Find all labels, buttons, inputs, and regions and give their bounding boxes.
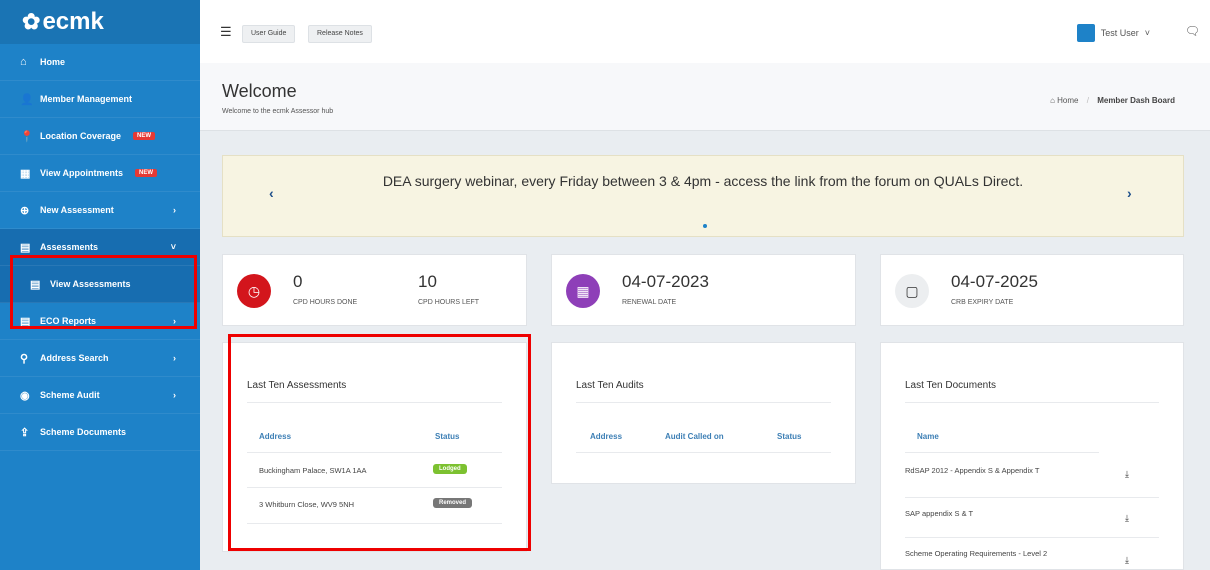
renewal-date-card: ▦ 04-07-2023 RENEWAL DATE (551, 254, 856, 326)
cpd-done-label: CPD HOURS DONE (293, 299, 358, 306)
eye-icon: ◉ (20, 389, 30, 402)
sidebar-item-label: New Assessment (40, 205, 114, 215)
column-header-status[interactable]: Status (777, 432, 801, 441)
last-audits-panel: Last Ten Audits Address Audit Called on … (551, 342, 856, 484)
sidebar-item-location-coverage[interactable]: 📍 Location Coverage NEW (0, 118, 200, 155)
sidebar-item-scheme-audit[interactable]: ◉ Scheme Audit › (0, 377, 200, 414)
breadcrumb-home[interactable]: Home (1057, 96, 1078, 105)
renewal-date-value: 04-07-2023 (622, 272, 709, 291)
sidebar-item-view-appointments[interactable]: ▦ View Appointments NEW (0, 155, 200, 192)
divider (905, 452, 1099, 453)
carousel-indicator[interactable] (703, 224, 707, 228)
sidebar-item-label: Address Search (40, 353, 109, 363)
divider (905, 402, 1159, 403)
chevron-right-icon: › (173, 205, 176, 215)
divider (576, 452, 831, 453)
chevron-right-icon: › (173, 390, 176, 400)
sidebar-item-label: Home (40, 57, 66, 67)
calendar-icon: ▢ (895, 274, 929, 308)
map-marker-icon: 📍 (20, 130, 34, 143)
sidebar-item-label: View Appointments (40, 168, 124, 178)
top-bar: ☰ User Guide Release Notes Test User ˅ 🗨 (200, 0, 1210, 63)
page-header: Welcome Welcome to the ecmk Assessor hub… (200, 63, 1210, 131)
logo-text: ecmk (42, 8, 104, 35)
chat-icon[interactable]: 🗨 (1185, 24, 1200, 38)
banner-text: DEA surgery webinar, every Friday betwee… (382, 173, 1024, 189)
clock-icon: ◷ (237, 274, 271, 308)
cpd-done-value: 0 (293, 272, 303, 291)
file-icon: ▤ (20, 241, 31, 254)
divider (905, 497, 1159, 498)
page-title: Welcome (222, 81, 297, 101)
page-subtitle: Welcome to the ecmk Assessor hub (222, 108, 334, 115)
sidebar-item-new-assessment[interactable]: ⊕ New Assessment › (0, 192, 200, 229)
chevron-down-icon: ˅ (170, 242, 176, 252)
divider (905, 537, 1159, 538)
crb-expiry-value: 04-07-2025 (951, 272, 1038, 291)
download-icon[interactable]: ⤓ (1125, 513, 1129, 524)
panel-title: Last Ten Documents (905, 380, 996, 391)
crb-expiry-card: ▢ 04-07-2025 CRB EXPIRY DATE (880, 254, 1184, 326)
panel-title: Last Ten Audits (576, 380, 644, 391)
crb-expiry-label: CRB EXPIRY DATE (951, 299, 1014, 306)
breadcrumb-separator: / (1086, 96, 1089, 105)
column-header-name[interactable]: Name (917, 432, 939, 441)
sidebar-item-label: Member Management (40, 94, 133, 104)
document-name[interactable]: RdSAP 2012 - Appendix S & Appendix T (905, 466, 1039, 475)
user-name: Test User (1100, 28, 1139, 38)
home-icon: ⌂ (20, 56, 27, 68)
user-guide-button[interactable]: User Guide (242, 25, 296, 43)
avatar (1076, 24, 1095, 42)
column-header-audit-called-on[interactable]: Audit Called on (665, 432, 724, 441)
logo[interactable]: ✿ ecmk (0, 0, 200, 44)
sidebar-item-label: Assessments (40, 242, 99, 252)
calendar-icon: ▦ (20, 167, 31, 180)
sidebar-item-home[interactable]: ⌂ Home (0, 44, 200, 81)
search-icon: ⚲ (20, 352, 29, 365)
hamburger-menu-icon[interactable]: ☰ (220, 24, 232, 40)
cpd-left-value: 10 (418, 272, 437, 291)
renewal-date-label: RENEWAL DATE (622, 299, 677, 306)
release-notes-button[interactable]: Release Notes (308, 25, 372, 43)
calendar-icon: ▦ (566, 274, 600, 308)
cpd-left-label: CPD HOURS LEFT (418, 299, 480, 306)
divider (576, 402, 831, 403)
cpd-hours-card: ◷ 0 CPD HOURS DONE 10 CPD HOURS LEFT (222, 254, 527, 326)
sidebar-item-label: Location Coverage (40, 131, 122, 141)
last-documents-panel: Last Ten Documents Name RdSAP 2012 - App… (880, 342, 1184, 570)
new-badge: NEW (135, 169, 158, 177)
chevron-down-icon: ˅ (1144, 28, 1150, 38)
sidebar-item-label: Scheme Documents (40, 427, 127, 437)
announcement-banner: ‹ DEA surgery webinar, every Friday betw… (222, 155, 1184, 237)
document-name[interactable]: SAP appendix S & T (905, 509, 973, 518)
logo-icon: ✿ (22, 9, 41, 34)
column-header-address[interactable]: Address (590, 432, 622, 441)
breadcrumb: ⌂ Home / Member Dash Board (1050, 96, 1175, 105)
breadcrumb-current: Member Dash Board (1097, 96, 1175, 105)
sidebar-item-scheme-documents[interactable]: ⇪ Scheme Documents (0, 414, 200, 451)
chevron-right-icon: › (173, 353, 176, 363)
home-icon: ⌂ (1050, 96, 1055, 105)
plus-circle-icon: ⊕ (20, 204, 30, 217)
banner-next-icon[interactable]: › (1127, 185, 1132, 201)
highlight-box-assessments (228, 334, 531, 551)
highlight-box-sidebar (10, 255, 197, 329)
user-menu[interactable]: Test User ˅ (1076, 24, 1150, 42)
download-icon[interactable]: ⤓ (1125, 469, 1129, 480)
user-icon: 👤 (20, 93, 34, 106)
sidebar-item-member-management[interactable]: 👤 Member Management (0, 81, 200, 118)
document-name[interactable]: Scheme Operating Requirements - Level 2 (905, 549, 1047, 558)
upload-icon: ⇪ (20, 426, 30, 439)
download-icon[interactable]: ⤓ (1125, 555, 1129, 566)
sidebar-item-label: Scheme Audit (40, 390, 100, 400)
sidebar-item-address-search[interactable]: ⚲ Address Search › (0, 340, 200, 377)
new-badge: NEW (133, 132, 156, 140)
